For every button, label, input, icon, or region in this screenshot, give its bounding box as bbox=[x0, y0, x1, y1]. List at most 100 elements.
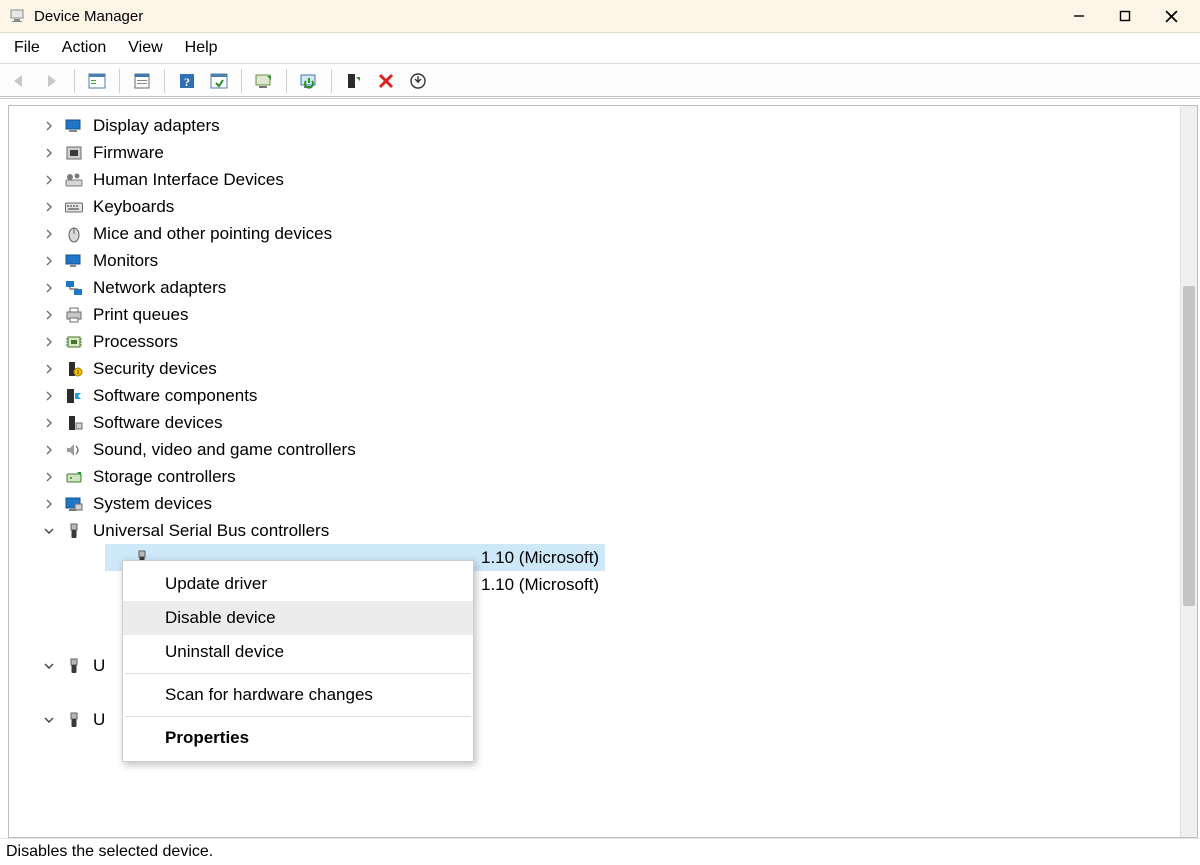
tree-item-label: 1.10 (Microsoft) bbox=[481, 549, 599, 566]
software-component-icon bbox=[63, 386, 85, 406]
expand-toggle[interactable] bbox=[41, 361, 57, 377]
menu-view[interactable]: View bbox=[128, 39, 162, 57]
menu-item-uninstall-device[interactable]: Uninstall device bbox=[123, 635, 473, 669]
sound-icon bbox=[63, 440, 85, 460]
maximize-button[interactable] bbox=[1102, 0, 1148, 32]
properties-button[interactable] bbox=[128, 67, 156, 95]
category-security-devices[interactable]: Security devices bbox=[9, 355, 1181, 382]
update-driver-button[interactable] bbox=[250, 67, 278, 95]
scan-changes-button[interactable] bbox=[404, 67, 432, 95]
expand-toggle[interactable] bbox=[41, 199, 57, 215]
expand-toggle[interactable] bbox=[41, 415, 57, 431]
menu-separator bbox=[125, 716, 471, 717]
app-icon bbox=[8, 7, 26, 25]
tree-item-label: Keyboards bbox=[93, 198, 174, 215]
category-display-adapters[interactable]: Display adapters bbox=[9, 112, 1181, 139]
expand-toggle[interactable] bbox=[41, 307, 57, 323]
close-button[interactable] bbox=[1148, 0, 1194, 32]
enable-device-button[interactable] bbox=[340, 67, 368, 95]
menu-item-update-driver[interactable]: Update driver bbox=[123, 567, 473, 601]
usb-icon bbox=[63, 521, 85, 541]
category-network-adapters[interactable]: Network adapters bbox=[9, 274, 1181, 301]
svg-text:?: ? bbox=[184, 75, 190, 89]
category-software-components[interactable]: Software components bbox=[9, 382, 1181, 409]
menu-item-scan-for-hardware-changes[interactable]: Scan for hardware changes bbox=[123, 678, 473, 712]
expand-toggle[interactable] bbox=[41, 523, 57, 539]
scan-hardware-button[interactable] bbox=[205, 67, 233, 95]
minimize-button[interactable] bbox=[1056, 0, 1102, 32]
category-processors[interactable]: Processors bbox=[9, 328, 1181, 355]
tree-item-label: Firmware bbox=[93, 144, 164, 161]
vertical-scrollbar[interactable] bbox=[1180, 106, 1197, 837]
display-adapter-icon bbox=[63, 116, 85, 136]
forward-button[interactable] bbox=[38, 67, 66, 95]
category-firmware[interactable]: Firmware bbox=[9, 139, 1181, 166]
software-device-icon bbox=[63, 413, 85, 433]
system-device-icon bbox=[63, 494, 85, 514]
category-sound-video-and-game-controllers[interactable]: Sound, video and game controllers bbox=[9, 436, 1181, 463]
scrollbar-thumb[interactable] bbox=[1183, 286, 1195, 606]
main-area: Display adapters Firmware Human Interface … bbox=[0, 96, 1200, 839]
tree-item-label: Universal Serial Bus controllers bbox=[93, 522, 329, 539]
category-keyboards[interactable]: Keyboards bbox=[9, 193, 1181, 220]
back-button[interactable] bbox=[6, 67, 34, 95]
expand-toggle[interactable] bbox=[41, 658, 57, 674]
tree-item-label: U bbox=[93, 711, 105, 728]
tree-item-label: Display adapters bbox=[93, 117, 220, 134]
tree-item-label: Processors bbox=[93, 333, 178, 350]
context-menu: Update driverDisable deviceUninstall dev… bbox=[122, 560, 474, 762]
category-storage-controllers[interactable]: Storage controllers bbox=[9, 463, 1181, 490]
tree-item-label: Mice and other pointing devices bbox=[93, 225, 332, 242]
expand-toggle[interactable] bbox=[41, 172, 57, 188]
mouse-icon bbox=[63, 224, 85, 244]
expand-toggle[interactable] bbox=[41, 145, 57, 161]
tree-item-label: Human Interface Devices bbox=[93, 171, 284, 188]
status-text: Disables the selected device. bbox=[6, 843, 213, 861]
expand-toggle[interactable] bbox=[41, 712, 57, 728]
menu-file[interactable]: File bbox=[14, 39, 40, 57]
network-icon bbox=[63, 278, 85, 298]
usb-icon bbox=[63, 710, 85, 730]
tree-item-label: Network adapters bbox=[93, 279, 226, 296]
tree-item-label: Print queues bbox=[93, 306, 188, 323]
expand-toggle[interactable] bbox=[41, 253, 57, 269]
help-button[interactable]: ? bbox=[173, 67, 201, 95]
window-title: Device Manager bbox=[34, 8, 143, 25]
expand-toggle[interactable] bbox=[41, 442, 57, 458]
tree-item-label: U bbox=[93, 657, 105, 674]
category-human-interface-devices[interactable]: Human Interface Devices bbox=[9, 166, 1181, 193]
toolbar: ? bbox=[0, 63, 1200, 99]
menu-item-properties[interactable]: Properties bbox=[123, 721, 473, 755]
security-icon bbox=[63, 359, 85, 379]
tree-item-label: Software components bbox=[93, 387, 257, 404]
tree-item-label: 1.10 (Microsoft) bbox=[481, 576, 599, 593]
expand-toggle[interactable] bbox=[41, 388, 57, 404]
tree-item-label: Security devices bbox=[93, 360, 217, 377]
titlebar: Device Manager bbox=[0, 0, 1200, 33]
printer-icon bbox=[63, 305, 85, 325]
tree-item-label: Software devices bbox=[93, 414, 222, 431]
tree-item-label: System devices bbox=[93, 495, 212, 512]
expand-toggle[interactable] bbox=[41, 226, 57, 242]
category-software-devices[interactable]: Software devices bbox=[9, 409, 1181, 436]
expand-toggle[interactable] bbox=[41, 118, 57, 134]
menubar: File Action View Help bbox=[0, 33, 1200, 63]
disable-device-button[interactable] bbox=[295, 67, 323, 95]
show-hide-tree-button[interactable] bbox=[83, 67, 111, 95]
uninstall-device-button[interactable] bbox=[372, 67, 400, 95]
menu-item-disable-device[interactable]: Disable device bbox=[123, 601, 473, 635]
category-print-queues[interactable]: Print queues bbox=[9, 301, 1181, 328]
status-bar: Disables the selected device. bbox=[0, 838, 1200, 865]
menu-help[interactable]: Help bbox=[185, 39, 218, 57]
category-system-devices[interactable]: System devices bbox=[9, 490, 1181, 517]
expand-toggle[interactable] bbox=[41, 496, 57, 512]
tree-item-label: Monitors bbox=[93, 252, 158, 269]
menu-action[interactable]: Action bbox=[62, 39, 106, 57]
expand-toggle[interactable] bbox=[41, 469, 57, 485]
expand-toggle[interactable] bbox=[41, 334, 57, 350]
expand-toggle[interactable] bbox=[41, 280, 57, 296]
category-monitors[interactable]: Monitors bbox=[9, 247, 1181, 274]
category-universal-serial-bus-controllers[interactable]: Universal Serial Bus controllers bbox=[9, 517, 1181, 544]
category-mice-and-other-pointing-devices[interactable]: Mice and other pointing devices bbox=[9, 220, 1181, 247]
usb-icon bbox=[63, 656, 85, 676]
